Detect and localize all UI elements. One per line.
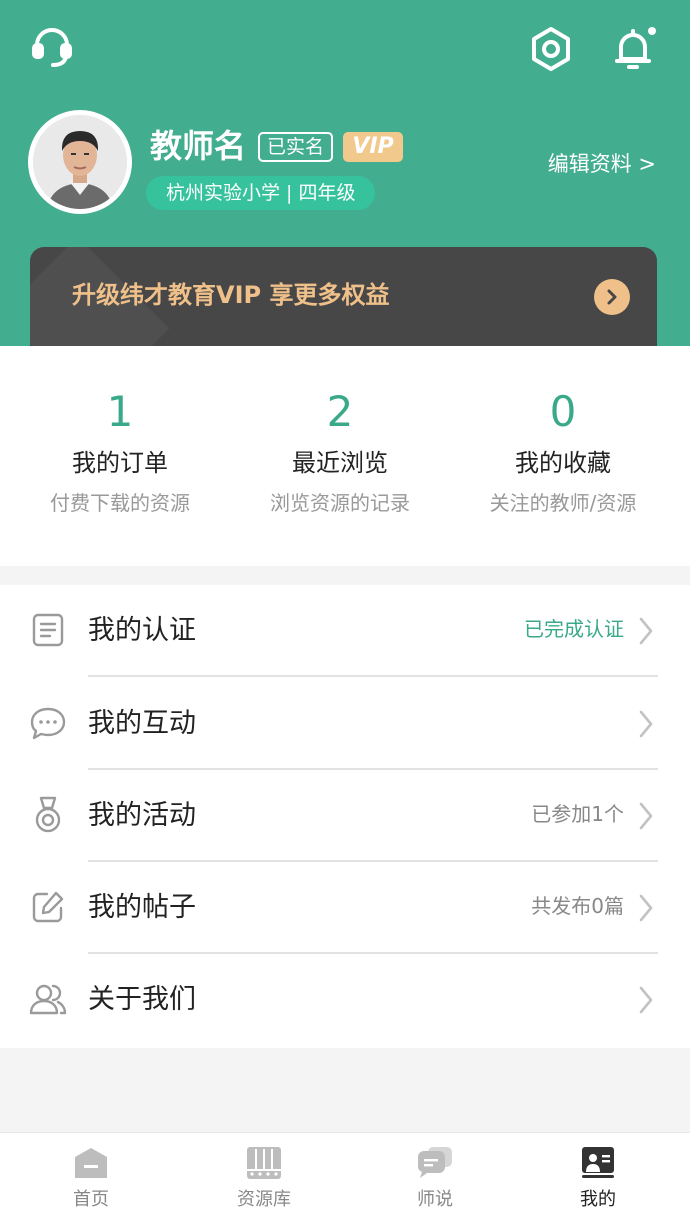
library-icon — [247, 1147, 281, 1179]
tab-discussion[interactable]: 师说 — [349, 1133, 521, 1228]
chevron-right-icon — [639, 710, 653, 738]
profile-icon — [582, 1147, 614, 1178]
tab-library[interactable]: 资源库 — [178, 1133, 350, 1228]
stat-title: 我的订单 — [72, 449, 168, 477]
tab-label: 我的 — [580, 1189, 616, 1210]
bell-icon[interactable] — [610, 22, 660, 74]
vip-badge: VIP — [343, 132, 403, 162]
menu-label: 我的互动 — [88, 708, 196, 739]
avatar-photo — [33, 115, 127, 209]
stat-subtitle: 关注的教师/资源 — [489, 491, 637, 515]
settings-icon[interactable] — [526, 24, 576, 74]
vip-banner-text: 升级纬才教育VIP 享更多权益 — [72, 281, 390, 309]
menu-status: 已参加1个 — [531, 802, 624, 826]
edit-profile-link[interactable]: 编辑资料 > — [548, 148, 656, 180]
stat-subtitle: 浏览资源的记录 — [270, 491, 410, 515]
username: 教师名 — [150, 127, 247, 165]
avatar[interactable] — [28, 110, 132, 214]
stat-value: 0 — [549, 387, 577, 436]
edit-post-icon — [28, 887, 68, 927]
chevron-right-icon — [639, 986, 653, 1014]
users-icon — [28, 979, 68, 1019]
tab-label: 资源库 — [237, 1189, 291, 1210]
menu-label: 关于我们 — [88, 984, 196, 1015]
headset-icon[interactable] — [28, 24, 76, 72]
menu-label: 我的活动 — [88, 800, 196, 831]
stat-value: 2 — [326, 387, 354, 436]
bottom-tab-bar: 首页 资源库 师说 我的 — [0, 1132, 690, 1228]
divider — [88, 675, 658, 677]
menu-item-about[interactable]: 关于我们 — [0, 954, 690, 1046]
menu-label: 我的帖子 — [88, 892, 196, 923]
document-list-icon — [28, 610, 68, 650]
menu-status: 已完成认证 — [524, 617, 624, 641]
stats-panel: 1 我的订单 付费下载的资源 2 最近浏览 浏览资源的记录 0 我的收藏 关注的… — [0, 346, 690, 566]
menu-item-interaction[interactable]: 我的互动 — [0, 678, 690, 770]
home-icon — [75, 1148, 107, 1178]
tab-label: 首页 — [73, 1189, 109, 1210]
tab-profile[interactable]: 我的 — [512, 1133, 684, 1228]
menu-list: 我的认证 已完成认证 我的互动 我的活动 已参加1个 我的帖子 共发布0篇 关于… — [0, 585, 690, 1048]
stat-favorites[interactable]: 0 我的收藏 关注的教师/资源 — [448, 346, 678, 518]
menu-status: 共发布0篇 — [531, 894, 624, 918]
stat-title: 我的收藏 — [515, 449, 611, 477]
tab-home[interactable]: 首页 — [5, 1133, 177, 1228]
stat-recent-views[interactable]: 2 最近浏览 浏览资源的记录 — [225, 346, 455, 518]
stat-orders[interactable]: 1 我的订单 付费下载的资源 — [5, 346, 235, 518]
menu-item-activities[interactable]: 我的活动 已参加1个 — [0, 770, 690, 862]
menu-item-posts[interactable]: 我的帖子 共发布0篇 — [0, 862, 690, 954]
chat-bubble-icon — [28, 703, 68, 743]
menu-label: 我的认证 — [88, 615, 196, 646]
verified-badge: 已实名 — [258, 132, 334, 162]
profile-header: 教师名 已实名 VIP 杭州实验小学 | 四年级 编辑资料 > 升级纬才教育VI… — [0, 0, 690, 346]
vip-upgrade-banner[interactable]: 升级纬才教育VIP 享更多权益 — [30, 247, 657, 346]
chevron-right-icon — [639, 617, 653, 645]
chevron-right-icon — [639, 802, 653, 830]
chevron-right-icon[interactable] — [594, 279, 630, 315]
stat-subtitle: 付费下载的资源 — [50, 491, 190, 515]
discussion-icon — [418, 1147, 452, 1178]
stat-value: 1 — [106, 387, 134, 436]
tab-label: 师说 — [417, 1189, 453, 1210]
medal-icon — [28, 795, 68, 835]
chevron-right-icon — [639, 894, 653, 922]
school-grade-pill: 杭州实验小学 | 四年级 — [146, 176, 376, 210]
menu-item-certification[interactable]: 我的认证 已完成认证 — [0, 585, 690, 677]
stat-title: 最近浏览 — [292, 449, 388, 477]
